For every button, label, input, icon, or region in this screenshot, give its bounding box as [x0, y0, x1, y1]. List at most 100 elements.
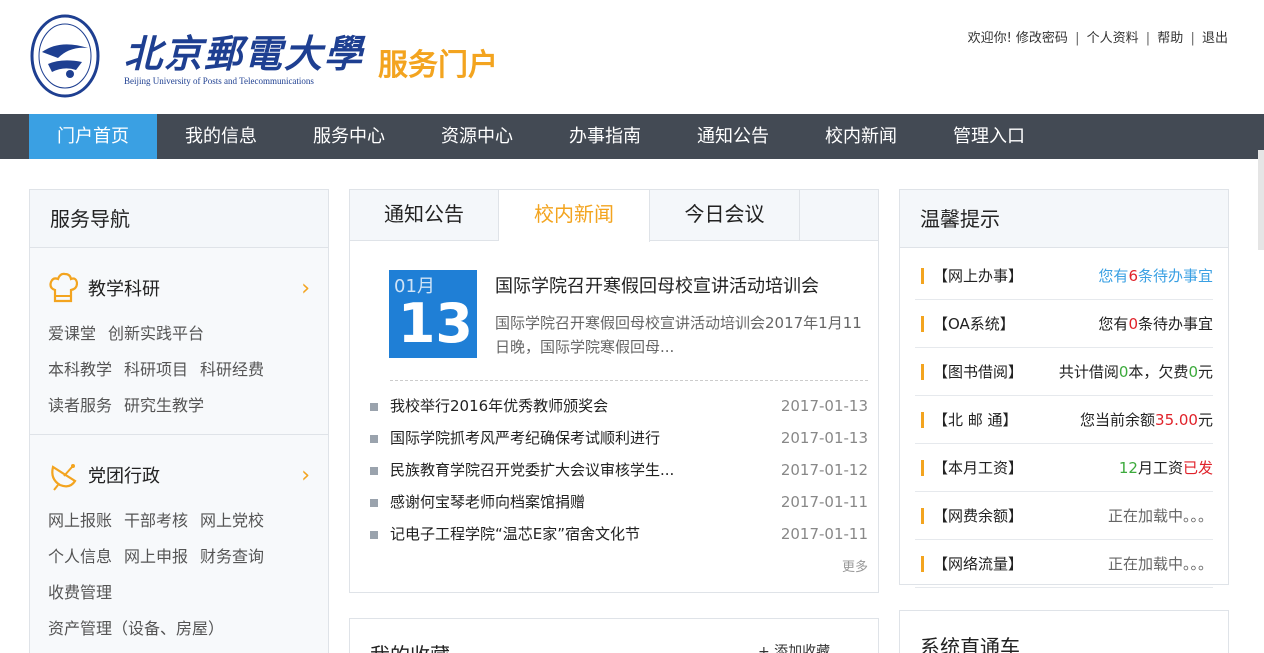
chevron-right-icon[interactable]: › [301, 276, 310, 301]
tip-value[interactable]: 正在加载中。。。 [1108, 492, 1213, 540]
tip-row[interactable]: 【网上办事】 您有6条待办事宜 [915, 252, 1213, 300]
link-cadre[interactable]: 干部考核 [124, 511, 188, 530]
group-teaching-links: 爱课堂 创新实践平台 本科教学 科研项目 科研经费 读者服务 研究生教学 [48, 316, 310, 424]
user-links: 欢迎你! 修改密码 | 个人资料 | 帮助 | 退出 [968, 27, 1228, 46]
nav-home[interactable]: 门户首页 [29, 114, 157, 159]
more-link[interactable]: 更多 [842, 556, 868, 575]
tip-value[interactable]: 12月工资已发 [1119, 444, 1213, 492]
tip-marker [921, 460, 924, 476]
change-password-link[interactable]: 修改密码 [1016, 31, 1068, 46]
tab-today-meetings[interactable]: 今日会议 [650, 190, 800, 241]
chevron-right-icon[interactable]: › [301, 463, 310, 488]
bullet-icon [370, 530, 378, 539]
bullet-icon [370, 402, 378, 411]
news-item[interactable]: 国际学院抓考风严考纪确保考试顺利进行 2017-01-13 [370, 422, 868, 454]
tip-row[interactable]: 【图书借阅】 共计借阅0本，欠费0元 [915, 348, 1213, 396]
tip-value[interactable]: 您有0条待办事宜 [1098, 300, 1213, 348]
tip-label: 【网络流量】 [933, 555, 1024, 573]
tip-marker [921, 316, 924, 332]
link-reimburse[interactable]: 网上报账 [48, 511, 112, 530]
favorites-panel: 我的收藏 + 添加收藏 [349, 618, 879, 653]
tip-label: 【北 邮 通】 [933, 411, 1018, 429]
news-title[interactable]: 民族教育学院召开党委扩大会议审核学生... [390, 461, 674, 479]
link-fees[interactable]: 收费管理 [48, 583, 112, 602]
nav-resource-center[interactable]: 资源中心 [413, 114, 541, 159]
featured-date: 01月 13 [389, 270, 477, 358]
tip-value-part: 6 [1128, 267, 1138, 285]
tab-notices[interactable]: 通知公告 [350, 190, 499, 241]
featured-desc: 国际学院召开寒假回母校宣讲活动培训会2017年1月11日晚，国际学院寒假回母..… [495, 314, 862, 356]
tip-marker [921, 412, 924, 428]
link-ikt[interactable]: 爱课堂 [48, 324, 96, 343]
separator: | [1190, 31, 1195, 46]
link-apply[interactable]: 网上申报 [124, 547, 188, 566]
scrollbar[interactable] [1258, 150, 1264, 250]
featured-title[interactable]: 国际学院召开寒假回母校宣讲活动培训会 [495, 272, 819, 298]
news-date: 2017-01-13 [780, 397, 868, 415]
tips-panel: 温馨提示 【网上办事】 您有6条待办事宜 【OA系统】 您有0条待办事宜 【图书借阅】共… [899, 189, 1229, 588]
tip-row[interactable]: 【本月工资】 12月工资已发 [915, 444, 1213, 492]
news-title[interactable]: 我校举行2016年优秀教师颁奖会 [390, 397, 608, 415]
link-grad[interactable]: 研究生教学 [124, 396, 204, 415]
news-item[interactable]: 民族教育学院召开党委扩大会议审核学生... 2017-01-12 [370, 454, 868, 486]
link-reader[interactable]: 读者服务 [48, 396, 112, 415]
profile-link[interactable]: 个人资料 [1087, 31, 1139, 46]
nav-service-center[interactable]: 服务中心 [285, 114, 413, 159]
service-nav-panel: 服务导航 教学科研 › 爱课堂 创新实践平台 本科教学 科研项目 科研经费 读者服务研… [29, 189, 329, 653]
news-date: 2017-01-12 [780, 461, 868, 479]
link-personal-info[interactable]: 个人信息 [48, 547, 112, 566]
tip-marker [921, 508, 924, 524]
link-innovation[interactable]: 创新实践平台 [108, 324, 204, 343]
tip-value[interactable]: 您当前余额35.00元 [1080, 396, 1213, 444]
tip-value-part: 0 [1128, 315, 1138, 333]
tip-marker [921, 556, 924, 572]
group-party-links: 网上报账 干部考核 网上党校 个人信息 网上申报 财务查询 收费管理 资产管理（设备、房… [48, 503, 310, 647]
link-party-school[interactable]: 网上党校 [200, 511, 264, 530]
news-item[interactable]: 感谢何宝琴老师向档案馆捐赠 2017-01-11 [370, 486, 868, 518]
logout-link[interactable]: 退出 [1202, 31, 1228, 46]
tip-value[interactable]: 正在加载中。。。 [1108, 540, 1213, 588]
add-favorite-button[interactable]: + 添加收藏 [758, 641, 830, 653]
link-finance[interactable]: 财务查询 [200, 547, 264, 566]
school-name-cn: 北京郵電大學 [124, 31, 365, 76]
nav-my-info[interactable]: 我的信息 [157, 114, 285, 159]
tip-label: 【OA系统】 [933, 315, 1015, 333]
tip-value[interactable]: 共计借阅0本，欠费0元 [1059, 348, 1213, 396]
nav-guide[interactable]: 办事指南 [541, 114, 669, 159]
news-date: 2017-01-11 [780, 493, 868, 511]
header: 北京郵電大學 Beijing University of Posts and T… [0, 0, 1264, 114]
tip-value[interactable]: 您有6条待办事宜 [1098, 252, 1213, 300]
nav-admin[interactable]: 管理入口 [925, 114, 1053, 159]
system-panel: 系统直通车 [899, 610, 1229, 653]
tip-row[interactable]: 【OA系统】 您有0条待办事宜 [915, 300, 1213, 348]
tip-value-part: 正在加载中。。。 [1107, 555, 1213, 573]
link-assets[interactable]: 资产管理（设备、房屋） [48, 619, 224, 638]
link-undergrad[interactable]: 本科教学 [48, 360, 112, 379]
bullet-icon [370, 498, 378, 507]
help-link[interactable]: 帮助 [1157, 31, 1183, 46]
news-title[interactable]: 记电子工程学院“温芯E家”宿舍文化节 [390, 525, 640, 543]
news-item[interactable]: 记电子工程学院“温芯E家”宿舍文化节 2017-01-11 [370, 518, 868, 550]
link-research-project[interactable]: 科研项目 [124, 360, 188, 379]
nav-campus-news[interactable]: 校内新闻 [797, 114, 925, 159]
featured-day: 13 [397, 292, 473, 355]
tip-value-part: 正在加载中。。。 [1107, 507, 1213, 525]
nav-notices[interactable]: 通知公告 [669, 114, 797, 159]
group-party-label: 党团行政 [88, 466, 160, 487]
tip-value-part: 您当前余额 [1080, 411, 1156, 429]
tip-row[interactable]: 【网络流量】 正在加载中。。。 [915, 540, 1213, 588]
news-item[interactable]: 我校举行2016年优秀教师颁奖会 2017-01-13 [370, 390, 868, 422]
news-tabs: 通知公告 校内新闻 今日会议 [350, 190, 878, 242]
tip-row[interactable]: 【网费余额】 正在加载中。。。 [915, 492, 1213, 540]
news-title[interactable]: 感谢何宝琴老师向档案馆捐赠 [390, 493, 585, 511]
tip-value-part: 您有 [1098, 267, 1129, 285]
bullet-icon [370, 434, 378, 443]
tip-row[interactable]: 【北 邮 通】 您当前余额35.00元 [915, 396, 1213, 444]
main-nav: 门户首页 我的信息 服务中心 资源中心 办事指南 通知公告 校内新闻 管理入口 [0, 114, 1264, 159]
news-title[interactable]: 国际学院抓考风严考纪确保考试顺利进行 [390, 429, 660, 447]
link-research-funds[interactable]: 科研经费 [200, 360, 264, 379]
tip-label: 【本月工资】 [933, 459, 1024, 477]
news-panel: 通知公告 校内新闻 今日会议 01月 13 国际学院召开寒假回母校宣讲活动培训会… [349, 189, 879, 593]
tab-campus-news[interactable]: 校内新闻 [499, 190, 650, 242]
separator: | [1145, 31, 1151, 46]
